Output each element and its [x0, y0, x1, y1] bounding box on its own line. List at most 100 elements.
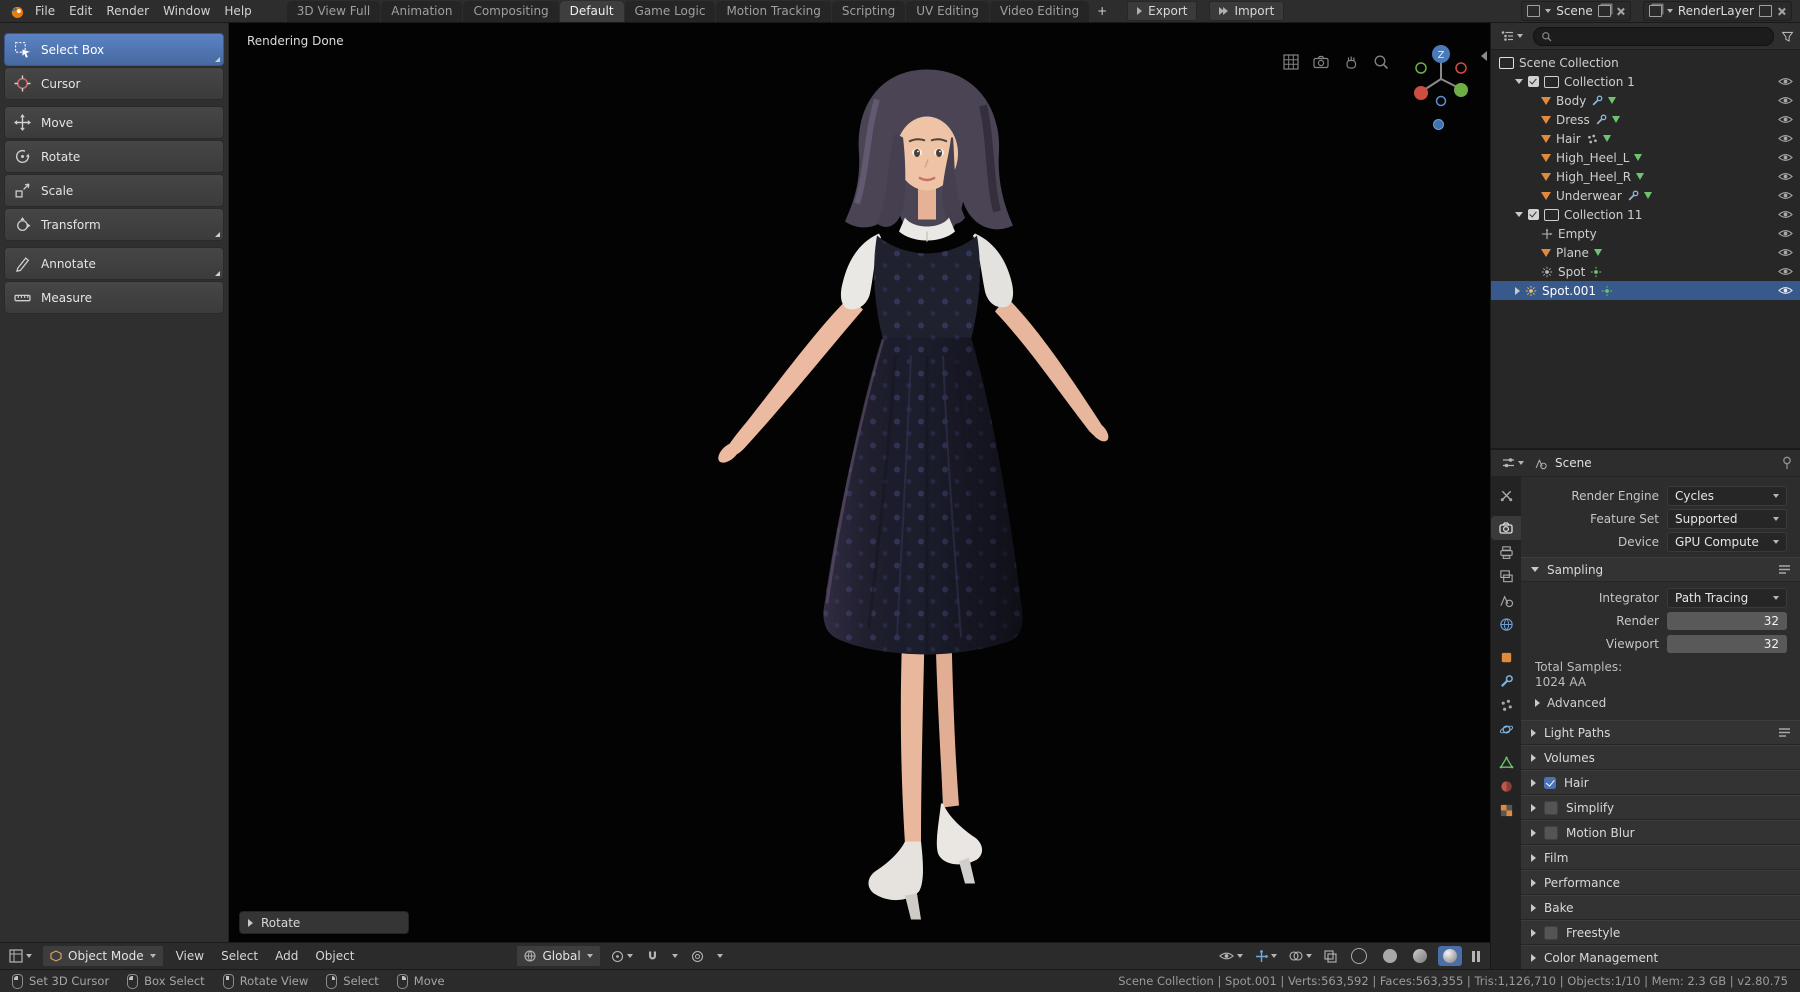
workspace-tab-uv-editing[interactable]: UV Editing — [906, 1, 989, 22]
visibility-eye-icon[interactable] — [1778, 172, 1793, 181]
pivot-point-selector[interactable] — [608, 946, 636, 966]
pin-icon[interactable] — [1781, 456, 1793, 470]
workspace-tab-compositing[interactable]: Compositing — [463, 1, 559, 22]
visibility-eye-icon[interactable] — [1778, 229, 1793, 238]
add-menu[interactable]: Add — [270, 949, 303, 963]
outliner-row-underwear[interactable]: Underwear — [1491, 186, 1800, 205]
properties-tab-object-data[interactable] — [1491, 750, 1521, 774]
xray-toggle[interactable] — [1321, 946, 1340, 966]
mode-selector[interactable]: Object Mode — [42, 945, 164, 967]
menu-file[interactable]: File — [28, 0, 62, 22]
visibility-eye-icon[interactable] — [1778, 77, 1793, 86]
expand-arrow-icon[interactable] — [1515, 286, 1520, 295]
outliner-row-high-heel-r[interactable]: High_Heel_R — [1491, 167, 1800, 186]
visibility-eye-icon[interactable] — [1778, 248, 1793, 257]
visibility-eye-icon[interactable] — [1778, 134, 1793, 143]
tool-scale[interactable]: Scale — [4, 174, 224, 207]
presets-menu-icon[interactable] — [1778, 727, 1791, 738]
gizmo-z-neg-axis[interactable] — [1435, 95, 1447, 107]
gizmo-x-axis[interactable] — [1414, 86, 1428, 100]
outliner-editor-type-button[interactable] — [1498, 26, 1526, 46]
outliner-row-collection-1[interactable]: Collection 1 — [1491, 72, 1800, 91]
workspace-tab-game-logic[interactable]: Game Logic — [624, 1, 716, 22]
outliner-row-body[interactable]: Body — [1491, 91, 1800, 110]
properties-tab-physics[interactable] — [1491, 717, 1521, 741]
properties-tab-texture[interactable] — [1491, 798, 1521, 822]
tool-select-box[interactable]: Select Box — [4, 33, 224, 66]
tool-cursor[interactable]: Cursor — [4, 67, 224, 100]
workspace-tab-animation[interactable]: Animation — [381, 1, 463, 22]
new-renderlayer-icon[interactable] — [1759, 5, 1772, 17]
section-light-paths[interactable]: Light Paths — [1521, 720, 1800, 745]
section-performance[interactable]: Performance — [1521, 870, 1800, 895]
object-menu[interactable]: Object — [310, 949, 359, 963]
zoom-magnifier-icon[interactable] — [1372, 53, 1390, 71]
outliner-row-spot[interactable]: Spot — [1491, 262, 1800, 281]
advanced-subpanel[interactable]: Advanced — [1521, 692, 1800, 714]
menu-help[interactable]: Help — [217, 0, 258, 22]
show-overlays-toggle[interactable] — [1286, 946, 1315, 966]
workspace-tab-3d-view-full[interactable]: 3D View Full — [286, 1, 381, 22]
sidebar-collapse-arrow-icon[interactable] — [1481, 51, 1487, 61]
shading-wireframe-button[interactable] — [1346, 945, 1372, 967]
visibility-eye-icon[interactable] — [1778, 191, 1793, 200]
properties-tab-scene[interactable] — [1491, 588, 1521, 612]
menu-edit[interactable]: Edit — [62, 0, 99, 22]
section-freestyle[interactable]: Freestyle — [1521, 920, 1800, 945]
show-gizmo-toggle[interactable] — [1252, 946, 1280, 966]
section-bake[interactable]: Bake — [1521, 895, 1800, 920]
outliner-row-high-heel-l[interactable]: High_Heel_L — [1491, 148, 1800, 167]
section-hair[interactable]: Hair — [1521, 770, 1800, 795]
gizmo-x-neg-axis[interactable] — [1455, 62, 1467, 74]
section-simplify[interactable]: Simplify — [1521, 795, 1800, 820]
snap-target-selector[interactable] — [669, 946, 681, 966]
shading-solid-button[interactable] — [1378, 946, 1402, 966]
operator-panel-rotate[interactable]: Rotate — [239, 911, 409, 934]
import-button[interactable]: Import — [1209, 1, 1285, 21]
properties-tab-modifiers[interactable] — [1491, 669, 1521, 693]
expand-arrow-icon[interactable] — [1515, 212, 1523, 217]
outliner-row-scene-collection[interactable]: Scene Collection — [1491, 53, 1800, 72]
outliner-row-dress[interactable]: Dress — [1491, 110, 1800, 129]
visibility-eye-icon[interactable] — [1778, 153, 1793, 162]
integrator-dropdown[interactable]: Path Tracing — [1667, 587, 1787, 608]
pan-hand-icon[interactable] — [1342, 53, 1360, 71]
section-color-management[interactable]: Color Management — [1521, 945, 1800, 970]
properties-tab-tool[interactable] — [1491, 483, 1521, 507]
proportional-falloff-selector[interactable] — [714, 946, 726, 966]
shading-rendered-button[interactable] — [1437, 946, 1462, 966]
visibility-eye-icon[interactable] — [1778, 115, 1793, 124]
outliner-search[interactable] — [1533, 26, 1774, 46]
remove-renderlayer-icon[interactable] — [1777, 7, 1786, 16]
navigation-gizmo[interactable]: Z — [1408, 43, 1474, 109]
collection-checkbox[interactable] — [1528, 76, 1539, 87]
pause-render-button[interactable] — [1468, 950, 1485, 962]
outliner-row-plane[interactable]: Plane — [1491, 243, 1800, 262]
proportional-editing-toggle[interactable] — [688, 946, 707, 966]
select-menu[interactable]: Select — [216, 949, 263, 963]
orientation-selector[interactable]: Global — [516, 945, 601, 967]
workspace-tab-scripting[interactable]: Scripting — [831, 1, 906, 22]
outliner-search-input[interactable] — [1557, 28, 1766, 44]
new-scene-icon[interactable] — [1597, 5, 1611, 17]
3d-viewport-canvas[interactable]: Rendering Done Z Rotate — [229, 23, 1490, 942]
menu-window[interactable]: Window — [156, 0, 217, 22]
workspace-tab-motion-tracking[interactable]: Motion Tracking — [716, 1, 831, 22]
camera-view-icon[interactable] — [1312, 53, 1330, 71]
shading-material-button[interactable] — [1408, 946, 1432, 966]
visibility-dropdown[interactable] — [1216, 946, 1246, 966]
outliner-row-spot-001[interactable]: Spot.001 — [1491, 281, 1800, 300]
workspace-tab-video-editing[interactable]: Video Editing — [989, 1, 1090, 22]
menu-render[interactable]: Render — [99, 0, 156, 22]
section-motion-blur[interactable]: Motion Blur — [1521, 820, 1800, 845]
visibility-eye-icon[interactable] — [1778, 267, 1793, 276]
filter-funnel-icon[interactable] — [1781, 30, 1794, 43]
outliner-row-empty[interactable]: Empty — [1491, 224, 1800, 243]
section-sampling[interactable]: Sampling — [1521, 557, 1800, 582]
tool-move[interactable]: Move — [4, 106, 224, 139]
outliner-row-collection-11[interactable]: Collection 11 — [1491, 205, 1800, 224]
visibility-eye-icon[interactable] — [1778, 210, 1793, 219]
gizmo-y-axis[interactable] — [1454, 83, 1468, 97]
properties-tab-world[interactable] — [1491, 612, 1521, 636]
camera-toggle-dot-icon[interactable] — [1433, 119, 1444, 130]
